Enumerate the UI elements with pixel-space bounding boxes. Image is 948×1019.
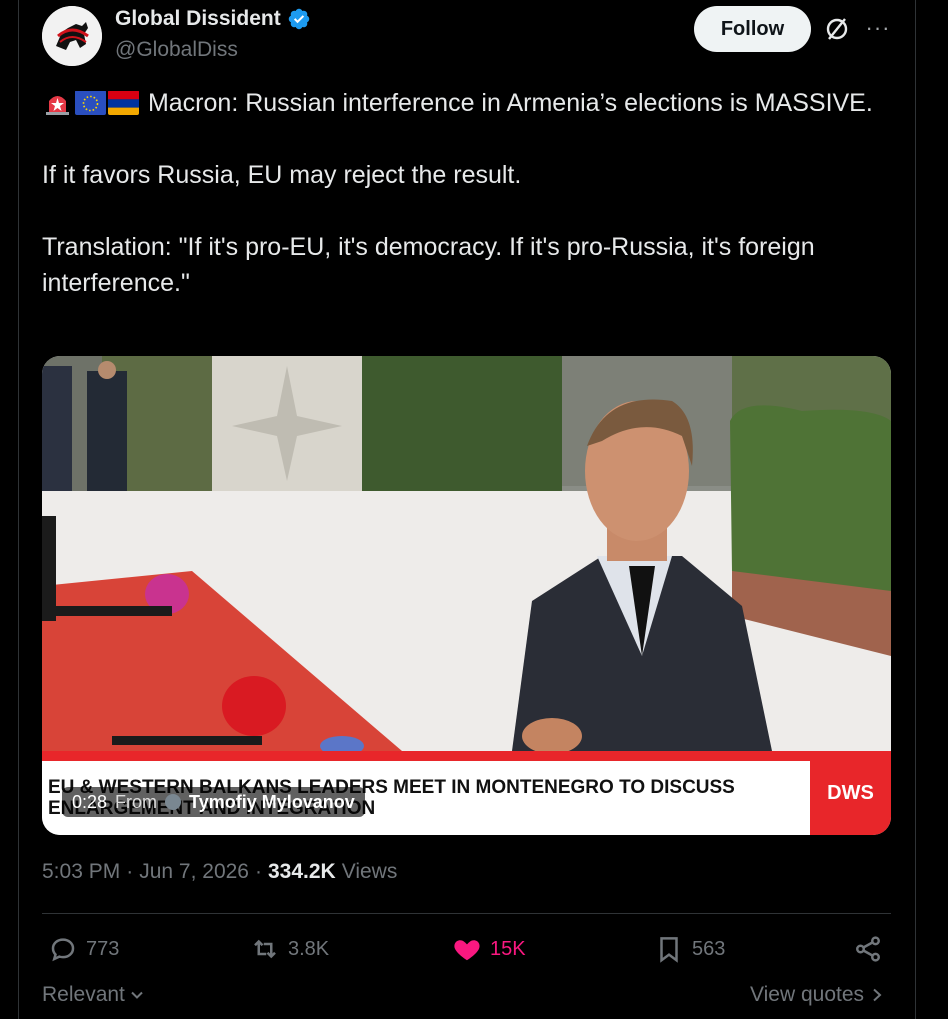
video-info-pill[interactable]: 0:28 From Tymofiy Mylovanov xyxy=(62,787,365,817)
more-options-icon[interactable]: ··· xyxy=(864,14,892,42)
from-label: From xyxy=(115,791,158,812)
repost-icon xyxy=(254,939,276,959)
reply-button[interactable]: 773 xyxy=(48,930,119,968)
share-icon xyxy=(856,936,880,962)
chevron-right-icon xyxy=(873,988,882,1002)
video-player[interactable]: EU & WESTERN BALKANS LEADERS MEET IN MON… xyxy=(42,356,891,835)
follow-button[interactable]: Follow xyxy=(694,6,811,52)
chevron-down-icon xyxy=(131,991,143,999)
post-metadata: 5:03 PM · Jun 7, 2026 · 334.2K Views xyxy=(42,860,397,884)
author-handle[interactable]: @GlobalDiss xyxy=(115,38,238,62)
post-date[interactable]: Jun 7, 2026 xyxy=(139,860,249,884)
author-name-row[interactable]: Global Dissident xyxy=(115,7,311,31)
rotating-light-icon xyxy=(42,90,73,115)
views-count: 334.2K xyxy=(267,860,336,883)
divider xyxy=(42,913,891,914)
view-quotes-link[interactable]: View quotes xyxy=(750,983,884,1007)
channel-logo: DWS xyxy=(810,751,891,835)
bookmark-icon xyxy=(660,937,678,963)
tweet-line-1-text: Macron: Russian interference in Armenia’… xyxy=(147,89,873,117)
timeline-border-right xyxy=(915,0,916,1019)
tweet-line-3: Translation: "If it's pro-EU, it's democ… xyxy=(42,233,815,297)
bookmark-count: 563 xyxy=(692,937,726,960)
view-quotes-label: View quotes xyxy=(750,983,865,1006)
video-frame xyxy=(42,356,891,751)
eu-flag-icon xyxy=(75,90,106,115)
like-button[interactable]: 15K xyxy=(452,930,526,968)
repost-count: 3.8K xyxy=(288,937,330,960)
heart-icon xyxy=(454,940,480,961)
like-count: 15K xyxy=(490,937,526,960)
video-duration: 0:28 xyxy=(72,791,108,812)
verified-badge-icon xyxy=(288,8,309,30)
bookmark-button[interactable]: 563 xyxy=(654,930,725,968)
grok-icon[interactable] xyxy=(823,15,851,43)
tweet-text: Macron: Russian interference in Armenia’… xyxy=(42,85,892,301)
reply-count: 773 xyxy=(86,937,120,960)
reply-icon xyxy=(51,938,75,962)
armenia-flag-icon xyxy=(108,90,139,115)
source-name[interactable]: Tymofiy Mylovanov xyxy=(189,792,355,813)
post-time[interactable]: 5:03 PM xyxy=(42,860,120,884)
author-avatar[interactable] xyxy=(42,6,102,66)
timeline-border-left xyxy=(18,0,19,1019)
sort-replies-dropdown[interactable]: Relevant xyxy=(42,983,145,1007)
views-label: Views xyxy=(341,860,398,883)
share-button[interactable] xyxy=(853,930,883,968)
sort-label: Relevant xyxy=(42,983,125,1006)
tweet-line-2: If it favors Russia, EU may reject the r… xyxy=(42,161,522,189)
meta-separator: · xyxy=(126,860,134,883)
ticker-accent-bar xyxy=(42,751,891,761)
repost-button[interactable]: 3.8K xyxy=(250,930,329,968)
tweet-line-1: Macron: Russian interference in Armenia’… xyxy=(42,85,892,121)
author-display-name[interactable]: Global Dissident xyxy=(115,7,281,31)
source-avatar xyxy=(165,794,182,810)
channel-logo-text: DWS xyxy=(827,781,874,804)
meta-separator: · xyxy=(254,860,262,883)
